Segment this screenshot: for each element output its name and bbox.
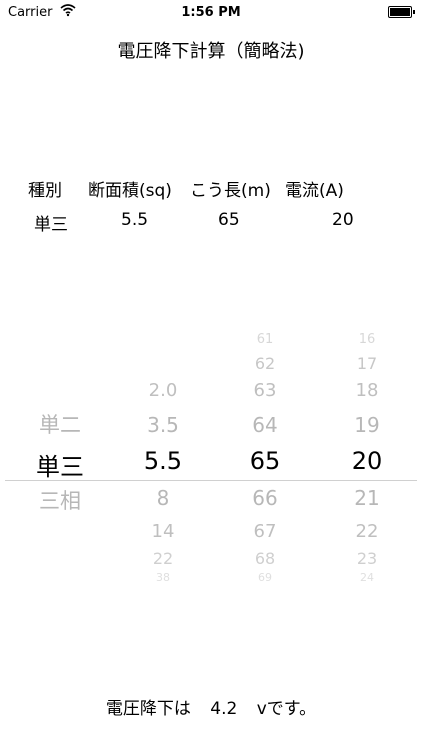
picker-row-selected[interactable]: 20 xyxy=(322,447,412,475)
picker-column-area[interactable]: 2.0 3.5 5.5 8 14 22 38 xyxy=(118,325,208,600)
status-bar: Carrier 1:56 PM xyxy=(0,0,422,24)
picker-selection-line xyxy=(5,480,417,481)
result-value: 4.2 xyxy=(210,699,238,719)
battery-icon xyxy=(388,6,415,18)
picker-row[interactable]: 16 xyxy=(322,332,412,347)
picker-column-type[interactable]: 単二 単三 三相 xyxy=(20,325,100,600)
picker-row-selected[interactable]: 65 xyxy=(220,447,310,475)
picker-row[interactable]: 24 xyxy=(322,571,412,584)
picker-row[interactable]: 三相 xyxy=(20,485,100,515)
picker-column-length[interactable]: 61 62 63 64 65 66 67 68 69 xyxy=(220,325,310,600)
picker-column-current[interactable]: 16 17 18 19 20 21 22 23 24 xyxy=(322,325,412,600)
picker-row[interactable]: 38 xyxy=(118,571,208,584)
picker-row[interactable]: 17 xyxy=(322,354,412,373)
page-title: 電圧降下計算（簡略法) xyxy=(117,41,305,62)
result-prefix: 電圧降下は xyxy=(105,699,191,719)
picker-row[interactable]: 18 xyxy=(322,380,412,401)
status-time: 1:56 PM xyxy=(181,5,241,20)
picker-row[interactable]: 22 xyxy=(118,549,208,568)
value-picker[interactable]: 単二 単三 三相 2.0 3.5 5.5 8 14 22 38 61 62 63… xyxy=(0,325,422,600)
picker-row[interactable]: 66 xyxy=(220,486,310,510)
picker-row[interactable]: 8 xyxy=(118,486,208,510)
header-length: こう長(m) xyxy=(190,181,271,201)
picker-row[interactable]: 14 xyxy=(118,521,208,542)
header-current: 電流(A) xyxy=(285,181,344,201)
result-line: 電圧降下は 4.2 vです。 xyxy=(0,694,422,719)
header-type: 種別 xyxy=(28,181,62,201)
picker-row[interactable]: 67 xyxy=(220,521,310,542)
picker-row[interactable]: 62 xyxy=(220,354,310,373)
picker-row[interactable]: 63 xyxy=(220,380,310,401)
picker-row-selected[interactable]: 単三 xyxy=(20,447,100,482)
result-suffix: vです。 xyxy=(256,699,317,719)
value-area: 5.5 xyxy=(121,210,149,230)
picker-row[interactable]: 19 xyxy=(322,413,412,437)
picker-row[interactable]: 2.0 xyxy=(118,380,208,401)
picker-row[interactable]: 21 xyxy=(322,486,412,510)
picker-row[interactable]: 22 xyxy=(322,521,412,542)
value-length: 65 xyxy=(218,210,240,230)
picker-row[interactable]: 68 xyxy=(220,549,310,568)
picker-row[interactable]: 61 xyxy=(220,332,310,347)
picker-row-selected[interactable]: 5.5 xyxy=(118,447,208,475)
picker-row[interactable]: 23 xyxy=(322,549,412,568)
value-type: 単三 xyxy=(34,215,68,235)
picker-row[interactable]: 69 xyxy=(220,571,310,584)
value-current: 20 xyxy=(332,210,354,230)
picker-row[interactable]: 単二 xyxy=(20,409,100,439)
picker-row[interactable]: 3.5 xyxy=(118,413,208,437)
header-area: 断面積(sq) xyxy=(88,181,172,201)
picker-row[interactable]: 64 xyxy=(220,413,310,437)
